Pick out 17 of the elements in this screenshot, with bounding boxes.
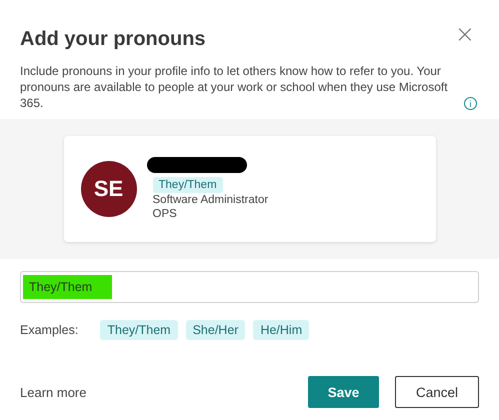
description-text: Include pronouns in your profile info to let others know how to refer to you. Your pronouns are available to people at your work or school when they use Microsoft 365. <box>20 63 449 111</box>
pronoun-tag: They/Them <box>152 177 223 193</box>
example-chip[interactable]: They/Them <box>100 320 178 340</box>
input-field[interactable]: They/Them <box>20 271 479 303</box>
examples-label: Examples: <box>20 323 78 337</box>
dialog-title: Add your pronouns <box>20 28 206 51</box>
learn-more-link[interactable]: Learn more <box>20 384 86 400</box>
job-title: Software Administrator <box>152 193 268 207</box>
save-button[interactable]: Save <box>308 376 379 408</box>
avatar: SE <box>80 161 136 217</box>
department: OPS <box>152 207 177 221</box>
example-chip[interactable]: He/Him <box>253 320 310 340</box>
example-chip[interactable]: She/Her <box>186 320 246 340</box>
cancel-button[interactable]: Cancel <box>395 376 479 408</box>
close-button[interactable]: × <box>450 24 479 44</box>
selected-text: They/Them <box>23 275 112 299</box>
info-icon[interactable]: i <box>464 97 477 110</box>
